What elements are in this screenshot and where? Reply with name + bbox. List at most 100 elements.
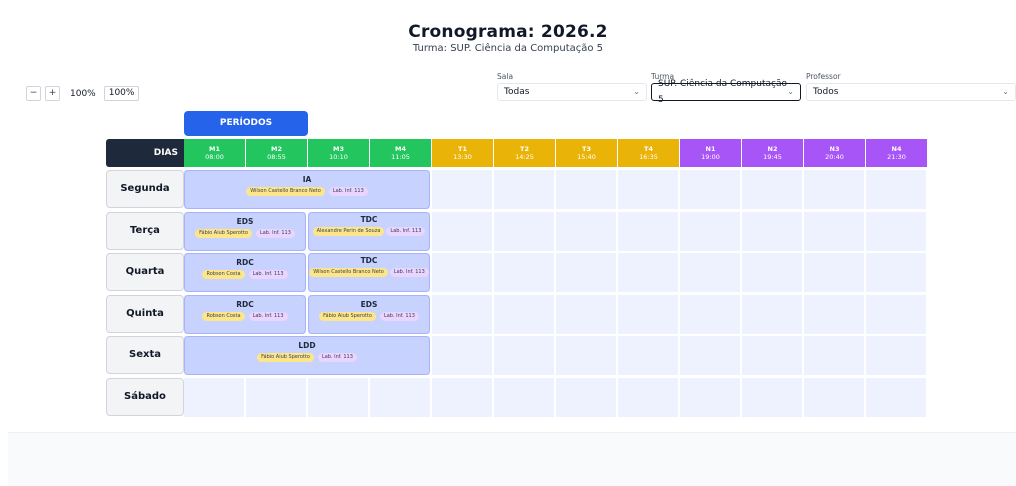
schedule-cell[interactable]	[742, 253, 802, 292]
schedule-cell[interactable]	[618, 253, 678, 292]
schedule-cell[interactable]	[680, 377, 740, 417]
schedule-cell[interactable]	[432, 377, 492, 417]
professor-tag: Robson Costa	[202, 311, 245, 321]
slot-code: T1	[458, 145, 467, 153]
zoom-out-button[interactable]: −	[26, 86, 41, 101]
slot-header-n1: N1 19:00	[680, 139, 741, 167]
turma-select[interactable]: SUP. Ciência da Computação 5 ⌄	[651, 79, 801, 105]
schedule-cell[interactable]	[494, 170, 554, 209]
slot-time: 19:00	[701, 153, 720, 161]
schedule-cell[interactable]	[742, 211, 802, 251]
class-block[interactable]: TDC Wilson Castello Branco Neto Lab. Inf. …	[308, 253, 430, 292]
schedule-cell[interactable]	[556, 211, 616, 251]
class-tags: Wilson Castello Branco Neto Lab. Inf. 113	[185, 187, 429, 196]
sala-select[interactable]: Todas ⌄	[497, 83, 647, 101]
schedule-cell[interactable]	[866, 294, 926, 334]
schedule-cell[interactable]	[494, 294, 554, 334]
professor-select[interactable]: Todos ⌄	[806, 83, 1016, 101]
schedule-cell[interactable]	[680, 294, 740, 334]
schedule-cell[interactable]	[494, 377, 554, 417]
schedule-cell[interactable]	[556, 253, 616, 292]
schedule-cell[interactable]	[432, 294, 492, 334]
schedule-cell[interactable]	[680, 253, 740, 292]
schedule-cell[interactable]	[556, 294, 616, 334]
schedule-cell[interactable]	[742, 170, 802, 209]
schedule-cell[interactable]	[804, 170, 864, 209]
zoom-level: 100%	[70, 88, 96, 99]
slot-code: N3	[829, 145, 840, 153]
schedule-cell[interactable]	[556, 336, 616, 375]
schedule-cell[interactable]	[742, 294, 802, 334]
zoom-in-button[interactable]: +	[45, 86, 60, 101]
class-name: TDC	[360, 214, 378, 224]
schedule-cell[interactable]	[804, 211, 864, 251]
schedule-cell[interactable]	[866, 211, 926, 251]
schedule-cell[interactable]	[494, 253, 554, 292]
schedule-cell[interactable]	[680, 336, 740, 375]
slot-header-m2: M2 08:55	[246, 139, 307, 167]
slot-header-n4: N4 21:30	[866, 139, 927, 167]
slot-time: 14:25	[515, 153, 534, 161]
schedule-cell[interactable]	[246, 377, 306, 417]
class-block[interactable]: RDC Robson Costa Lab. Inf. 113	[184, 253, 306, 292]
slot-time: 08:55	[267, 153, 286, 161]
schedule-cell[interactable]	[804, 294, 864, 334]
schedule-cell[interactable]	[556, 377, 616, 417]
schedule-cell[interactable]	[556, 170, 616, 209]
professor-tag: Fábio Aiub Sperotto	[319, 311, 376, 321]
slot-time: 15:40	[577, 153, 596, 161]
schedule-cell[interactable]	[742, 336, 802, 375]
schedule-cell[interactable]	[618, 211, 678, 251]
schedule-cell[interactable]	[618, 170, 678, 209]
slot-code: T4	[644, 145, 653, 153]
schedule-cell[interactable]	[308, 377, 368, 417]
slot-header-m3: M3 10:10	[308, 139, 369, 167]
class-block[interactable]: IA Wilson Castello Branco Neto Lab. Inf. 1…	[184, 170, 430, 209]
schedule-cell[interactable]	[494, 211, 554, 251]
slot-time: 13:30	[453, 153, 472, 161]
slot-header-t1: T1 13:30	[432, 139, 493, 167]
slot-code: N1	[705, 145, 716, 153]
professor-value: Todos	[813, 87, 839, 97]
class-block[interactable]: RDC Robson Costa Lab. Inf. 113	[184, 294, 306, 334]
class-name: RDC	[236, 299, 254, 309]
schedule-cell[interactable]	[804, 336, 864, 375]
class-block[interactable]: EDS Fábio Aiub Sperotto Lab. Inf. 113	[308, 294, 430, 334]
schedule-cell[interactable]	[866, 170, 926, 209]
professor-tag: Alexandre Perin de Souza	[312, 226, 385, 236]
schedule-cell[interactable]	[432, 211, 492, 251]
periodos-button[interactable]: PERÍODOS	[184, 111, 308, 136]
schedule-cell[interactable]	[866, 377, 926, 417]
day-label-quinta: Quinta	[106, 294, 184, 333]
schedule-cell[interactable]	[618, 294, 678, 334]
sala-value: Todas	[504, 87, 530, 97]
class-block[interactable]: LDD Fábio Aiub Sperotto Lab. Inf. 113	[184, 336, 430, 375]
class-tags: Alexandre Perin de Souza Lab. Inf. 113	[309, 226, 429, 236]
schedule-cell[interactable]	[680, 170, 740, 209]
schedule-cell[interactable]	[432, 336, 492, 375]
slot-time: 11:05	[391, 153, 410, 161]
filter-turma: Turma SUP. Ciência da Computação 5 ⌄	[651, 72, 801, 105]
class-tags: Fábio Aiub Sperotto Lab. Inf. 113	[309, 311, 429, 321]
page-title: Cronograma: 2026.2	[408, 22, 608, 42]
schedule-cell[interactable]	[866, 253, 926, 292]
slot-code: M1	[209, 145, 220, 153]
slot-header-m4: M4 11:05	[370, 139, 431, 167]
class-block[interactable]: EDS Fábio Aiub Sperotto Lab. Inf. 113	[184, 211, 306, 251]
schedule-cell[interactable]	[370, 377, 430, 417]
class-block[interactable]: TDC Alexandre Perin de Souza Lab. Inf. 113	[308, 211, 430, 251]
class-tags: Wilson Castello Branco Neto Lab. Inf. 113	[309, 268, 429, 277]
schedule-cell[interactable]	[680, 211, 740, 251]
schedule-cell[interactable]	[432, 253, 492, 292]
schedule-cell[interactable]	[866, 336, 926, 375]
schedule-cell[interactable]	[804, 253, 864, 292]
zoom-reset-button[interactable]: 100%	[103, 86, 140, 101]
schedule-cell[interactable]	[618, 377, 678, 417]
room-tag: Lab. Inf. 113	[255, 228, 295, 238]
schedule-cell[interactable]	[618, 336, 678, 375]
schedule-cell[interactable]	[494, 336, 554, 375]
schedule-cell[interactable]	[742, 377, 802, 417]
schedule-cell[interactable]	[432, 170, 492, 209]
schedule-cell[interactable]	[184, 377, 244, 417]
schedule-cell[interactable]	[804, 377, 864, 417]
